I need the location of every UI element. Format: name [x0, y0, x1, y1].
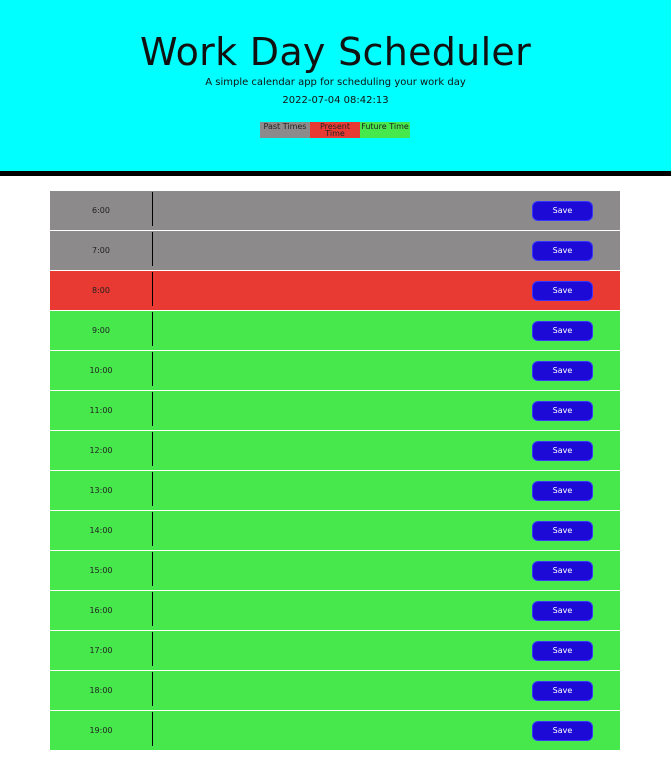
- event-description-input[interactable]: [154, 715, 524, 745]
- hour-label: 14:00: [89, 526, 113, 535]
- save-button[interactable]: Save: [532, 561, 593, 581]
- save-button[interactable]: Save: [532, 321, 593, 341]
- row-divider: [152, 672, 153, 706]
- save-button[interactable]: Save: [532, 521, 593, 541]
- hour-label: 11:00: [89, 406, 113, 415]
- row-divider: [152, 232, 153, 266]
- event-description-input[interactable]: [154, 595, 524, 625]
- time-block-row: 11:00 Save: [50, 391, 620, 431]
- save-button[interactable]: Save: [532, 601, 593, 621]
- save-button[interactable]: Save: [532, 441, 593, 461]
- event-description-input[interactable]: [154, 675, 524, 705]
- time-block-row: 17:00 Save: [50, 631, 620, 671]
- row-divider: [152, 472, 153, 506]
- page-header: Work Day Scheduler A simple calendar app…: [0, 0, 671, 176]
- row-divider: [152, 632, 153, 666]
- hour-label: 6:00: [92, 206, 110, 215]
- time-block-row: 18:00 Save: [50, 671, 620, 711]
- row-divider: [152, 592, 153, 626]
- hour-label: 9:00: [92, 326, 110, 335]
- time-block-row: 8:00 Save: [50, 271, 620, 311]
- event-description-input[interactable]: [154, 275, 524, 305]
- hour-label: 12:00: [89, 446, 113, 455]
- event-description-input[interactable]: [154, 515, 524, 545]
- hour-label: 7:00: [92, 246, 110, 255]
- time-block-row: 13:00 Save: [50, 471, 620, 511]
- legend-past-times: Past Times: [260, 122, 310, 138]
- page-title: Work Day Scheduler: [139, 30, 532, 74]
- save-button[interactable]: Save: [532, 681, 593, 701]
- save-button[interactable]: Save: [532, 721, 593, 741]
- event-description-input[interactable]: [154, 475, 524, 505]
- save-button[interactable]: Save: [532, 481, 593, 501]
- event-description-input[interactable]: [154, 635, 524, 665]
- time-block-row: 12:00 Save: [50, 431, 620, 471]
- hour-label: 18:00: [89, 686, 113, 695]
- row-divider: [152, 432, 153, 466]
- time-block-row: 7:00 Save: [50, 231, 620, 271]
- save-button[interactable]: Save: [532, 281, 593, 301]
- hour-label: 10:00: [89, 366, 113, 375]
- event-description-input[interactable]: [154, 315, 524, 345]
- hour-label: 16:00: [89, 606, 113, 615]
- save-button[interactable]: Save: [532, 361, 593, 381]
- row-divider: [152, 192, 153, 226]
- hour-label: 19:00: [89, 726, 113, 735]
- event-description-input[interactable]: [154, 555, 524, 585]
- schedule-rows: 6:00 Save 7:00 Save 8:00 Save 9:00 Save …: [50, 191, 620, 751]
- time-block-row: 16:00 Save: [50, 591, 620, 631]
- page-subtitle: A simple calendar app for scheduling you…: [205, 77, 466, 88]
- row-divider: [152, 272, 153, 306]
- row-divider: [152, 392, 153, 426]
- row-divider: [152, 512, 153, 546]
- save-button[interactable]: Save: [532, 401, 593, 421]
- hour-label: 17:00: [89, 646, 113, 655]
- row-divider: [152, 352, 153, 386]
- save-button[interactable]: Save: [532, 641, 593, 661]
- save-button[interactable]: Save: [532, 241, 593, 261]
- event-description-input[interactable]: [154, 435, 524, 465]
- event-description-input[interactable]: [154, 235, 524, 265]
- time-block-row: 10:00 Save: [50, 351, 620, 391]
- row-divider: [152, 552, 153, 586]
- time-block-row: 6:00 Save: [50, 191, 620, 231]
- row-divider: [152, 712, 153, 746]
- current-datetime: 2022-07-04 08:42:13: [282, 95, 389, 106]
- time-block-row: 9:00 Save: [50, 311, 620, 351]
- event-description-input[interactable]: [154, 395, 524, 425]
- legend-future-time: Future Time: [360, 122, 410, 138]
- legend-present-time: Present Time: [310, 122, 360, 138]
- event-description-input[interactable]: [154, 195, 524, 225]
- time-block-row: 15:00 Save: [50, 551, 620, 591]
- row-divider: [152, 312, 153, 346]
- time-legend: Past Times Present Time Future Time: [260, 122, 410, 138]
- event-description-input[interactable]: [154, 355, 524, 385]
- save-button[interactable]: Save: [532, 201, 593, 221]
- hour-label: 15:00: [89, 566, 113, 575]
- hour-label: 8:00: [92, 286, 110, 295]
- hour-label: 13:00: [89, 486, 113, 495]
- time-block-row: 14:00 Save: [50, 511, 620, 551]
- time-block-row: 19:00 Save: [50, 711, 620, 751]
